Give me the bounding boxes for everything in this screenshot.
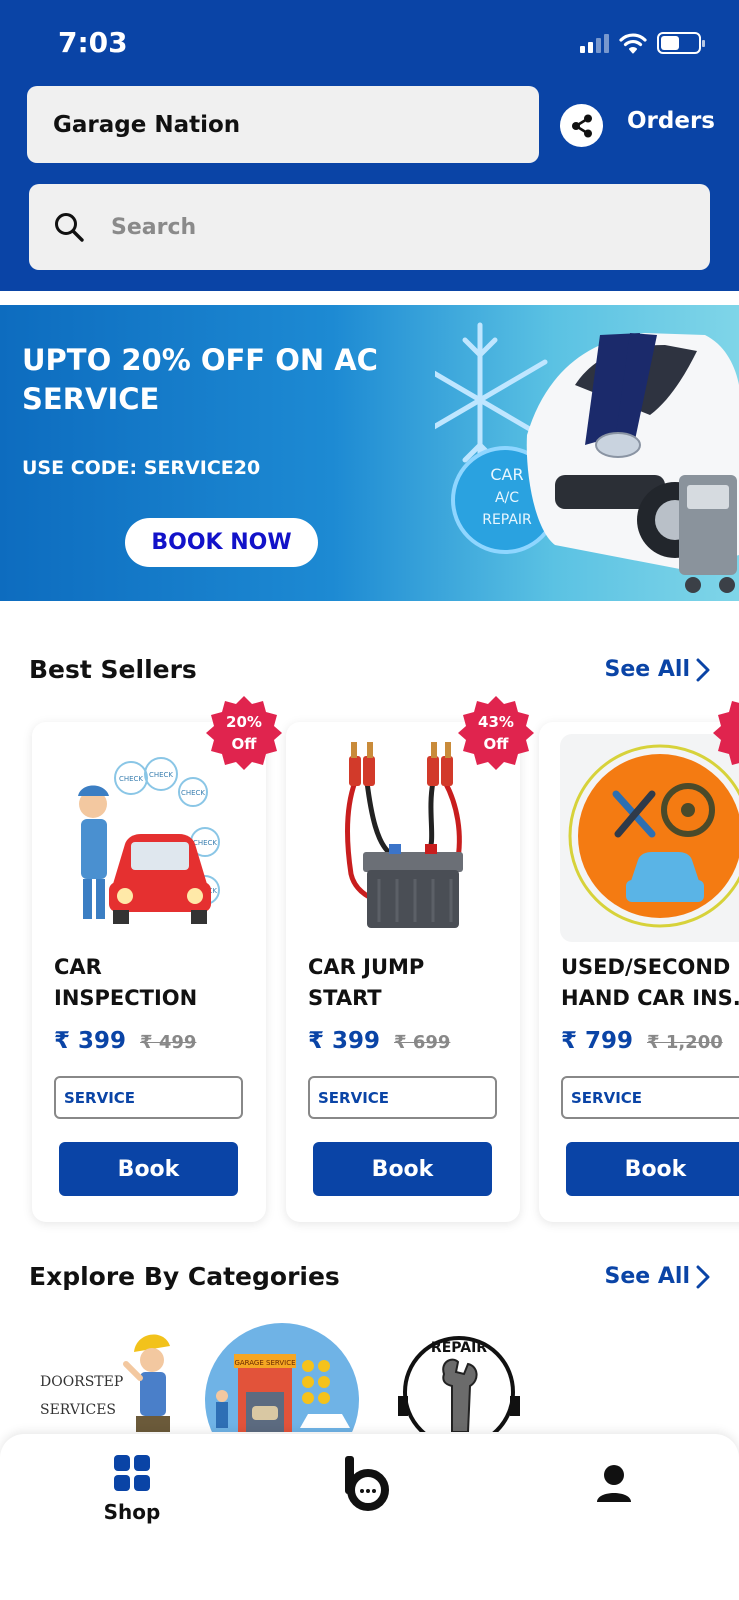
check-label: CHECK bbox=[193, 839, 217, 847]
service-tag: SERVICE bbox=[54, 1076, 243, 1119]
check-label: CHECK bbox=[181, 789, 205, 797]
share-icon bbox=[571, 114, 592, 137]
category-art-text: SERVICES bbox=[40, 1402, 116, 1418]
ac-service-car-image: CAR A/C REPAIR bbox=[435, 322, 739, 593]
banner-art-text-car: CAR bbox=[490, 465, 523, 484]
battery-icon bbox=[657, 32, 705, 54]
badge-percent: 20% bbox=[226, 713, 262, 731]
product-price: ₹ 399 bbox=[308, 1028, 381, 1054]
book-button[interactable]: Book bbox=[566, 1142, 739, 1196]
banner-code: USE CODE: SERVICE20 bbox=[22, 457, 261, 479]
product-price-row: ₹ 399 ₹ 699 bbox=[308, 1028, 450, 1054]
product-name: CAR INSPECTION bbox=[54, 955, 198, 1010]
nav-profile[interactable] bbox=[596, 1464, 632, 1508]
orders-link[interactable]: Orders bbox=[627, 108, 715, 134]
banner-art-text-repair: REPAIR bbox=[482, 512, 532, 528]
search-icon bbox=[55, 213, 84, 242]
nav-chat[interactable] bbox=[343, 1456, 389, 1516]
book-button[interactable]: Book bbox=[59, 1142, 238, 1196]
chevron-right-icon bbox=[696, 658, 710, 681]
discount-badge-clip: 3O bbox=[708, 694, 739, 772]
promo-banner[interactable]: UPTO 20% OFF ON AC SERVICE USE CODE: SER… bbox=[0, 305, 739, 601]
service-tag: SERVICE bbox=[308, 1076, 497, 1119]
search-bar[interactable] bbox=[29, 184, 710, 270]
search-input[interactable] bbox=[111, 214, 631, 240]
badge-off: Off bbox=[231, 735, 257, 753]
bottom-navigation: Shop bbox=[0, 1434, 739, 1600]
grid-icon bbox=[114, 1455, 150, 1491]
cellular-signal-icon bbox=[580, 33, 609, 53]
product-price: ₹ 799 bbox=[561, 1028, 634, 1054]
see-all-label: See All bbox=[604, 1264, 690, 1289]
categories-see-all[interactable]: See All bbox=[605, 1264, 710, 1289]
product-name: CAR JUMP START bbox=[308, 955, 425, 1010]
product-price-row: ₹ 799 ₹ 1,200 bbox=[561, 1028, 723, 1054]
product-card-car-jump-start[interactable]: CAR JUMP START ₹ 399 ₹ 699 SERVICE Book bbox=[286, 722, 520, 1222]
categories-title: Explore By Categories bbox=[29, 1262, 340, 1291]
garage-service-image: GARAGE SERVICE bbox=[205, 1323, 359, 1432]
check-label: CHECK bbox=[149, 771, 173, 779]
doorstep-services-image: DOORSTEP SERVICES bbox=[40, 1334, 170, 1432]
category-art-text: GARAGE SERVICE bbox=[234, 1359, 295, 1367]
badge-percent: 43% bbox=[478, 713, 514, 731]
best-sellers-title: Best Sellers bbox=[29, 655, 197, 684]
banner-title: UPTO 20% OFF ON AC SERVICE bbox=[22, 343, 378, 416]
status-time: 7:03 bbox=[58, 26, 128, 59]
discount-badge: 20% Off bbox=[205, 694, 283, 772]
see-all-label: See All bbox=[604, 657, 690, 682]
status-icons bbox=[580, 32, 705, 54]
share-button[interactable] bbox=[560, 104, 603, 147]
categories-header: Explore By Categories See All bbox=[29, 1262, 710, 1291]
book-now-button[interactable]: BOOK NOW bbox=[125, 518, 318, 567]
product-price-row: ₹ 399 ₹ 499 bbox=[54, 1028, 196, 1054]
best-sellers-header: Best Sellers See All bbox=[29, 655, 710, 684]
app-header: 7:03 Garage Nation Orders bbox=[0, 0, 739, 291]
product-old-price: ₹ 699 bbox=[394, 1032, 451, 1053]
category-art-text: DOORSTEP bbox=[40, 1374, 123, 1390]
store-name-field[interactable]: Garage Nation bbox=[27, 86, 539, 163]
service-tag: SERVICE bbox=[561, 1076, 739, 1119]
category-garage-service[interactable]: GARAGE SERVICE bbox=[204, 1322, 360, 1432]
category-doorstep-services[interactable]: DOORSTEP SERVICES bbox=[36, 1322, 186, 1432]
product-card-car-inspection[interactable]: CHECK CHECK CHECK CHECK CHECK CAR INSPEC… bbox=[32, 722, 266, 1222]
category-repair-shop[interactable]: REPAIR bbox=[396, 1322, 522, 1432]
badge-off: Off bbox=[483, 735, 509, 753]
discount-badge: 3O bbox=[712, 694, 739, 772]
chevron-right-icon bbox=[696, 1265, 710, 1288]
product-old-price: ₹ 1,200 bbox=[647, 1032, 723, 1053]
nav-shop[interactable]: Shop bbox=[92, 1454, 172, 1524]
best-sellers-see-all[interactable]: See All bbox=[605, 657, 710, 682]
product-old-price: ₹ 499 bbox=[140, 1032, 197, 1053]
check-label: CHECK bbox=[119, 775, 143, 783]
nav-shop-label: Shop bbox=[103, 1500, 161, 1524]
wifi-icon bbox=[619, 33, 647, 54]
product-price: ₹ 399 bbox=[54, 1028, 127, 1054]
banner-art-text-ac: A/C bbox=[495, 490, 519, 506]
product-card-used-car-inspection[interactable]: USED/SECOND HAND CAR INS... ₹ 799 ₹ 1,20… bbox=[539, 722, 739, 1222]
product-name: USED/SECOND HAND CAR INS... bbox=[561, 955, 739, 1010]
category-art-text: REPAIR bbox=[431, 1340, 487, 1356]
book-button[interactable]: Book bbox=[313, 1142, 492, 1196]
user-icon bbox=[597, 1465, 631, 1502]
repair-shop-image: REPAIR bbox=[398, 1336, 520, 1432]
discount-badge: 43% Off bbox=[457, 694, 535, 772]
chat-logo-icon bbox=[345, 1456, 389, 1511]
